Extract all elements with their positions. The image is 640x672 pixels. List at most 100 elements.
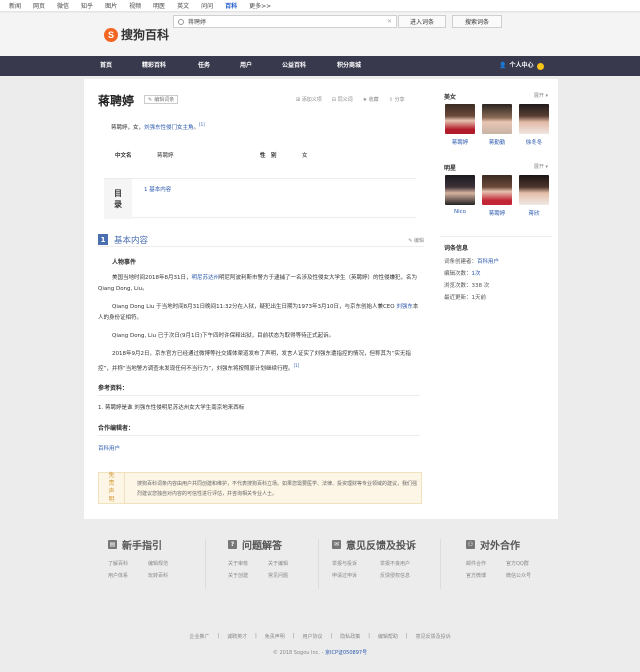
disclaimer-tag: 免责声明 xyxy=(99,472,125,503)
handshake-icon: ⚇ xyxy=(466,540,475,549)
footer-link[interactable]: 关于编辑 xyxy=(268,560,308,567)
footer-bottom-link[interactable]: 用户协议 xyxy=(302,633,322,640)
person-name[interactable]: 徐冬冬 xyxy=(519,138,549,146)
footer-link[interactable]: 关于创建 xyxy=(228,572,268,579)
person-photo[interactable] xyxy=(482,175,512,205)
summary-link[interactable]: 刘强东性侵门女主角 xyxy=(144,125,194,131)
footer-divider xyxy=(440,539,441,589)
toc-label: 目录 xyxy=(104,179,132,219)
footer-link[interactable]: 举报不良用户 xyxy=(380,560,428,567)
disclaimer-text: 搜狗百科词条内容由用户共同创建和维护，不代表搜狗百科立场。如果您需要医学、法律、… xyxy=(137,481,418,497)
footer-bottom-link[interactable]: 免责声明 xyxy=(265,633,285,640)
icp-link[interactable]: 京ICP证050897号 xyxy=(325,650,367,656)
person-photo[interactable] xyxy=(519,104,549,134)
person-photo[interactable] xyxy=(519,175,549,205)
link-separator: | xyxy=(255,633,257,639)
footer-link[interactable]: 编辑规范 xyxy=(148,560,188,567)
footer-link[interactable]: 玩转百科 xyxy=(148,572,188,579)
person-photo[interactable] xyxy=(445,175,475,205)
liu-qiangdong-link[interactable]: 刘强东 xyxy=(396,304,413,310)
menu-item-featured[interactable]: 精彩百科 xyxy=(142,56,166,76)
person-name[interactable]: 蒋欣 xyxy=(519,209,549,217)
edit-count-link[interactable]: 1次 xyxy=(472,271,481,277)
person-name[interactable]: 蒋聘婷 xyxy=(482,209,512,217)
search-entry-button[interactable]: 搜索词条 xyxy=(452,15,502,28)
paragraph-3: Qiang Dong, Liu 已于次日(9月1日)下午四时许保释出狱，目前状态… xyxy=(112,333,335,339)
top-nav-item[interactable]: 视频 xyxy=(129,1,141,10)
top-nav-item[interactable]: 新闻 xyxy=(9,1,21,10)
share-button[interactable]: ⇪ 分享 xyxy=(389,96,405,103)
minnesota-link[interactable]: 明尼苏达州 xyxy=(192,275,220,281)
info-val-gender: 女 xyxy=(302,153,308,159)
footer-link[interactable]: 用户体系 xyxy=(108,572,148,579)
creator-link[interactable]: 百科用户 xyxy=(477,259,499,265)
synonym-button[interactable]: ⊟ 同义词 xyxy=(332,96,353,103)
search-query[interactable]: 蒋聘婷 xyxy=(184,17,387,26)
top-nav-item[interactable]: 网页 xyxy=(33,1,45,10)
section-edit-button[interactable]: ✎ 编辑 xyxy=(408,237,424,244)
menu-item-home[interactable]: 首页 xyxy=(100,56,112,76)
person-name[interactable]: 蒋聘婷 xyxy=(445,138,475,146)
paragraph-4: 2018年9月2日，京东官方已经通过微博等社交媒体渠道发布了声明，发言人证实了刘… xyxy=(98,351,411,372)
menu-item-tasks[interactable]: 任务 xyxy=(198,56,210,76)
footer-link[interactable]: 微信公众号 xyxy=(506,572,546,579)
footer-bottom-link[interactable]: 意见反馈及投诉 xyxy=(416,633,451,640)
ref-marker[interactable]: [1] xyxy=(199,122,205,127)
pencil-icon: ✎ xyxy=(148,96,153,103)
top-nav-item[interactable]: 微信 xyxy=(57,1,69,10)
logo-text: 搜狗百科 xyxy=(121,28,170,42)
top-nav-item[interactable]: 英文 xyxy=(177,1,189,10)
info-key-name: 中文名 xyxy=(115,153,132,159)
person-photo[interactable] xyxy=(445,104,475,134)
ref-marker[interactable]: [1] xyxy=(294,363,300,368)
footer-link[interactable]: 了解百科 xyxy=(108,560,148,567)
footer-link[interactable]: 邮件合作 xyxy=(466,560,506,567)
add-meaning-button[interactable]: ⊞ 添加义项 xyxy=(296,96,322,103)
question-icon: ? xyxy=(228,540,237,549)
top-nav-item[interactable]: 知乎 xyxy=(81,1,93,10)
footer-link[interactable]: 官方QQ群 xyxy=(506,560,546,567)
toc-item-basic[interactable]: 1 基本内容 xyxy=(144,185,171,193)
footer-col-faq: ? 问题解答 关于审核 关于编辑 关于创建 常见问题 xyxy=(228,537,348,579)
top-nav-item[interactable]: 百科 xyxy=(225,1,237,10)
user-icon: 👤 xyxy=(499,62,507,69)
disclaimer-box: 免责声明 搜狗百科词条内容由用户共同创建和维护，不代表搜狗百科立场。如果您需要医… xyxy=(98,472,422,504)
entry-info-heading: 词条信息 xyxy=(444,245,469,252)
menu-item-points-mall[interactable]: 积分商城 xyxy=(337,56,361,76)
menu-item-users[interactable]: 用户 xyxy=(240,56,252,76)
person-name[interactable]: Nico xyxy=(445,209,475,215)
footer-bottom-link[interactable]: 企业推广 xyxy=(189,633,209,640)
user-center-link[interactable]: 👤 个人中心 xyxy=(499,56,544,76)
favorite-button[interactable]: ★ 收藏 xyxy=(363,96,379,103)
search-input[interactable]: 蒋聘婷 ✕ xyxy=(173,15,397,28)
sogou-baike-logo[interactable]: S 搜狗百科 xyxy=(104,26,169,43)
footer-link[interactable]: 反馈侵权信息 xyxy=(380,572,428,579)
footer-link[interactable]: 申请过申诉 xyxy=(332,572,380,579)
clear-icon[interactable]: ✕ xyxy=(387,18,392,25)
top-nav-item[interactable]: 图片 xyxy=(105,1,117,10)
edit-entry-button[interactable]: ✎ 编辑词条 xyxy=(144,95,179,104)
footer-link[interactable]: 常见问题 xyxy=(268,572,308,579)
footer-link[interactable]: 关于审核 xyxy=(228,560,268,567)
link-separator: | xyxy=(405,633,408,639)
reference-item[interactable]: 1. 蒋聘婷是谁 刘强东性侵明尼苏达州女大学生南京地来西标 xyxy=(98,403,244,411)
footer-bottom-link[interactable]: 编辑帮助 xyxy=(378,633,398,640)
footer-bottom-link[interactable]: 诚聘英才 xyxy=(227,633,247,640)
collaborator-link[interactable]: 百科用户 xyxy=(98,444,120,452)
top-nav-item[interactable]: 问问 xyxy=(201,1,213,10)
menu-item-charity[interactable]: 公益百科 xyxy=(282,56,306,76)
footer-bottom-link[interactable]: 隐私政策 xyxy=(340,633,360,640)
paragraph-1: 美国当地时间2018年8月31日，明尼苏达州明尼阿波利斯市警方于逮捕了一名涉及性… xyxy=(98,275,418,292)
top-nav-item[interactable]: 明医 xyxy=(153,1,165,10)
top-nav-item[interactable]: 更多>> xyxy=(249,1,271,10)
enter-entry-button[interactable]: 进入词条 xyxy=(398,15,446,28)
copyright: © 2018 Sogou Inc. - 京ICP证050897号 xyxy=(272,650,368,656)
footer-link[interactable]: 官方微博 xyxy=(466,572,506,579)
sidebar-stars-expand[interactable]: 展开 ▾ xyxy=(534,163,548,170)
sidebar-beauty-expand[interactable]: 展开 ▾ xyxy=(534,92,548,99)
footer-link[interactable]: 举报与投诉 xyxy=(332,560,380,567)
person-photo[interactable] xyxy=(482,104,512,134)
references-heading: 参考资料： xyxy=(98,383,420,396)
person-name[interactable]: 蒋勤勤 xyxy=(482,138,512,146)
sidebar-beauty-heading: 美女 xyxy=(444,94,457,101)
